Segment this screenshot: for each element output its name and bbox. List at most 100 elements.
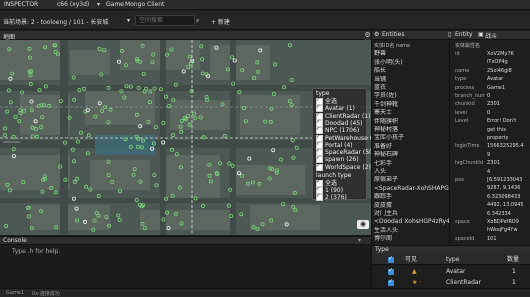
detail-value: Avatar [487, 76, 504, 83]
detail-value: 0 [487, 109, 491, 116]
detail-key: lvgChunkId [455, 160, 484, 167]
col-type[interactable]: type [446, 255, 459, 264]
battle-tab-icon: ▣ [478, 31, 484, 38]
expand-icon[interactable]: ▾ [358, 237, 361, 244]
filter-option-label: Avatar (1) [325, 105, 355, 113]
filter-option-label: spawn (26) [325, 156, 359, 164]
type-count: 1 [512, 268, 516, 275]
detail-value: Z301 [487, 160, 500, 167]
detail-value: Error! Don't [487, 118, 517, 125]
tab-battle[interactable]: 战斗 [485, 31, 497, 40]
detail-key: chunkid [455, 101, 475, 108]
detail-value: iTxOP4g [487, 59, 508, 66]
list-item[interactable]: 野兽 [374, 50, 449, 58]
list-item[interactable]: 张小明(头) [374, 59, 449, 67]
console-output[interactable]: Type .h for help. [0, 246, 371, 288]
chevron-down-icon[interactable]: ▾ [97, 1, 100, 9]
detail-value: 2Sxl46gi8 [487, 67, 512, 74]
detail-key: Level [455, 118, 469, 125]
type-table-header: 可见 type 数量 [372, 254, 530, 265]
detail-value: Z301 [487, 101, 500, 108]
table-row[interactable]: ★ · ClientRadar 1 [372, 278, 530, 288]
filter-sub-option[interactable]: 2 (376) [316, 192, 347, 202]
gear-icon[interactable]: ⚙ [374, 31, 379, 38]
add-button[interactable]: + 新建 [211, 17, 230, 26]
detail-value: get this [487, 126, 506, 133]
list-item[interactable]: 皮皮蛋 [374, 202, 449, 210]
map-view[interactable]: type 全选Avatar (1)ClientRadar (1)Doodad (… [0, 40, 371, 235]
detail-value: XoBDPefRD9 [487, 219, 519, 225]
list-item[interactable]: 准备好 [374, 143, 449, 151]
gear-icon[interactable]: ⚙ [364, 31, 371, 40]
select-all-checkbox[interactable] [388, 255, 394, 263]
app-name: INSPECTOR [4, 1, 39, 8]
type-icon: ▲ · [412, 268, 421, 275]
detail-key [455, 184, 485, 192]
list-item[interactable]: 原宿弟子 [374, 176, 449, 184]
list-item[interactable]: 博尔阁 [374, 235, 449, 243]
detail-key: branch_num [455, 93, 485, 99]
detail-value: property [487, 135, 509, 141]
filter-option-label: WorldSpace (2) [325, 163, 371, 171]
list-item[interactable]: 宝库小孩子 [374, 134, 449, 142]
entity-list[interactable]: 实体ID名 name 野兽 张小明(头) 船长 当铺 蓝衣 学员(佐) 千剑神靴 寒天士 伴随旗帜… [371, 41, 450, 244]
list-item[interactable]: 寒天士 [374, 109, 449, 117]
visible-checkbox[interactable] [388, 278, 394, 286]
list-item[interactable]: 蓝衣 [374, 84, 449, 92]
entity-detail: 实体属性名 id XoV2My7K iTxOP4g name 2Sxl46gi8 type… [450, 41, 530, 244]
list-item[interactable]: 人头 [374, 168, 449, 176]
type-name: Avatar [446, 268, 466, 275]
detail-key [455, 151, 485, 159]
detail-value: XoV2My7K [487, 51, 514, 57]
entities-header: ⚙ Entities ▯ Entity ▣ 战斗 [371, 31, 530, 40]
list-item[interactable]: 船长 [374, 67, 449, 75]
detail-key [455, 134, 485, 142]
menu-mongo-client[interactable]: Mongo Client [125, 1, 164, 9]
col-count[interactable]: 数量 [507, 255, 519, 264]
filter-sub-option-label: 2 (376) [325, 194, 347, 201]
type-panel-header: Type [371, 245, 530, 254]
detail-key [455, 193, 485, 201]
detail-key [455, 58, 485, 66]
visible-checkbox[interactable] [388, 267, 394, 275]
filter-option-label: PetWarehouse (1) [325, 134, 371, 142]
list-item[interactable]: <SpaceRadar-XohSHAPG4... [374, 185, 449, 193]
detail-key: id [455, 51, 460, 57]
search-icon[interactable]: ⌕ [196, 17, 199, 25]
list-item[interactable]: 对门主兵 [374, 210, 449, 218]
list-item[interactable]: 神秘村落 [374, 126, 449, 134]
detail-value: Game1 [487, 84, 506, 91]
list-item[interactable]: 学员(佐) [374, 92, 449, 100]
list-item[interactable]: 跟踪手 [374, 193, 449, 201]
list-item[interactable]: 伴随旗帜 [374, 118, 449, 126]
detail-key: space [455, 219, 470, 225]
list-item[interactable]: 当铺 [374, 76, 449, 84]
detail-value: 6.323098433 [487, 193, 521, 200]
project-selector[interactable]: c66 (xy3d) [57, 1, 89, 9]
checkbox[interactable] [316, 192, 323, 201]
entities-title[interactable]: Entities [382, 31, 404, 38]
filter-option-label: Portal (4) [325, 141, 353, 149]
console-header: Console ▾ [0, 236, 371, 245]
search-input[interactable] [135, 15, 195, 26]
detail-key: process [455, 84, 475, 91]
type-icon: ★ · [412, 279, 422, 286]
detail-header: 实体属性名 [455, 43, 481, 49]
list-item[interactable]: 千剑神靴 [374, 101, 449, 109]
detail-value: hWoqFg4Yw [487, 227, 518, 234]
table-row[interactable]: ▲ · Avatar 1 [372, 267, 530, 277]
tab-entity[interactable]: Entity [455, 31, 473, 38]
chevron-down-icon[interactable]: ▾ [127, 17, 130, 24]
filter-option[interactable]: WorldSpace (2) [316, 162, 371, 172]
list-item[interactable]: <Doodad XohsHGP4zRy4... [374, 218, 449, 226]
menu-game[interactable]: Game [106, 1, 124, 9]
detail-key [455, 226, 485, 234]
detail-key [455, 168, 485, 176]
checkbox[interactable] [316, 162, 323, 171]
list-item[interactable]: 生活人头 [374, 227, 449, 235]
scene-label: 当前场景: 2 - tooloeng / 101 - 长安城 [3, 19, 109, 26]
eye-icon[interactable]: ◉ [357, 220, 369, 229]
map-panel-header: 地图 [0, 31, 364, 41]
list-item[interactable]: 七彩手 [374, 160, 449, 168]
list-item[interactable]: 神秘石碑 [374, 151, 449, 159]
